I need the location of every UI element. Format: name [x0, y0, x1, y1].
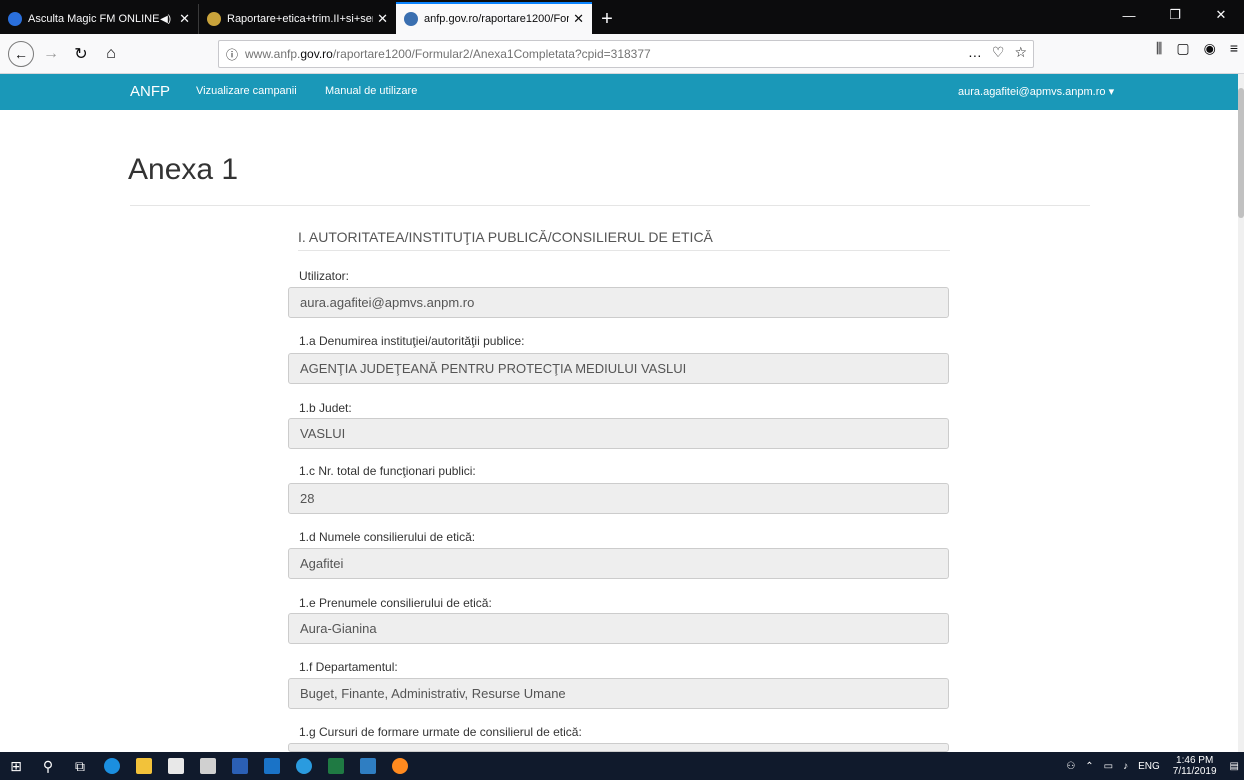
browser-tab-strip: Asculta Magic FM ONLINE ◀) ✕ Raportare+e… — [0, 0, 1244, 34]
magic-fm-favicon-icon — [8, 12, 22, 26]
info-icon[interactable]: ⓘ — [219, 46, 245, 63]
tab-close-icon[interactable]: ✕ — [573, 11, 584, 27]
tab-raportare[interactable]: Raportare+etica+trim.II+si+sem ✕ — [198, 4, 396, 34]
close-window-icon[interactable]: ✕ — [1198, 0, 1244, 30]
tab-anfp-active[interactable]: anfp.gov.ro/raportare1200/Forr ✕ — [396, 2, 592, 34]
mail-icon[interactable] — [192, 752, 224, 780]
speaker-icon[interactable]: ◀) — [160, 14, 171, 25]
file-explorer-icon[interactable] — [128, 752, 160, 780]
network-icon[interactable]: ▭ — [1104, 761, 1113, 772]
anfp-favicon-icon — [207, 12, 221, 26]
field-label-prenume: 1.e Prenumele consilierului de etică: — [299, 596, 492, 610]
url-path: /raportare1200/Formular2/Anexa1Completat… — [332, 47, 651, 61]
cursuri-field[interactable] — [288, 743, 949, 752]
outlook-icon[interactable] — [256, 752, 288, 780]
clock-time: 1:46 PM — [1176, 755, 1214, 766]
field-label-cursuri: 1.g Cursuri de formare urmate de consili… — [299, 725, 582, 739]
ie-icon[interactable] — [288, 752, 320, 780]
language-indicator[interactable]: ENG — [1138, 761, 1160, 772]
nav-link-vizualizare-campanii[interactable]: Vizualizare campanii — [196, 85, 297, 97]
menu-icon[interactable]: ≡ — [1230, 40, 1238, 57]
back-icon[interactable]: ← — [8, 40, 34, 67]
clock-date: 7/11/2019 — [1172, 766, 1217, 777]
notifications-icon[interactable]: ▤ — [1230, 761, 1239, 772]
new-tab-button[interactable]: + — [592, 4, 622, 34]
people-icon[interactable]: ⚇ — [1066, 761, 1075, 772]
denumire-field[interactable]: AGENŢIA JUDEŢEANĂ PENTRU PROTECŢIA MEDIU… — [288, 353, 949, 384]
chevron-up-icon[interactable]: ⌃ — [1085, 761, 1093, 772]
site-header: ANFP Vizualizare campanii Manual de util… — [0, 74, 1244, 110]
task-view-icon[interactable]: ⧉ — [64, 752, 96, 780]
windows-taskbar: ⊞ ⚲ ⧉ ⚇ ⌃ ▭ ♪ ENG 1:46 PM 7/11/2019 ▤ — [0, 752, 1244, 780]
tab-title: anfp.gov.ro/raportare1200/Forr — [424, 13, 570, 25]
library-icon[interactable]: ⫼ — [1156, 40, 1162, 57]
field-label-nr-functionari: 1.c Nr. total de funcţionari publici: — [299, 464, 476, 478]
field-label-nume: 1.d Numele consilierului de etică: — [299, 530, 476, 544]
store-icon[interactable] — [160, 752, 192, 780]
search-icon[interactable]: ⚲ — [32, 752, 64, 780]
system-tray: ⚇ ⌃ ▭ ♪ ENG 1:46 PM 7/11/2019 ▤ — [1061, 752, 1244, 780]
excel-icon[interactable] — [320, 752, 352, 780]
windows-start-icon[interactable]: ⊞ — [0, 752, 32, 780]
account-icon[interactable]: ◉ — [1204, 40, 1216, 57]
scrollbar-thumb[interactable] — [1238, 88, 1244, 218]
home-icon[interactable]: ⌂ — [98, 41, 124, 67]
url-domain: gov.ro — [300, 47, 333, 61]
word-icon[interactable] — [224, 752, 256, 780]
page-actions-icon[interactable]: … — [968, 44, 982, 61]
tab-close-icon[interactable]: ✕ — [179, 11, 190, 27]
forward-icon[interactable]: → — [38, 41, 64, 67]
brand-link[interactable]: ANFP — [130, 83, 170, 100]
reload-icon[interactable]: ↻ — [68, 41, 94, 67]
departament-field[interactable]: Buget, Finante, Administrativ, Resurse U… — [288, 678, 949, 709]
minimize-icon[interactable]: — — [1106, 0, 1152, 30]
firefox-icon[interactable] — [384, 752, 416, 780]
tab-title: Raportare+etica+trim.II+si+sem — [227, 13, 374, 25]
tab-magic-fm[interactable]: Asculta Magic FM ONLINE ◀) ✕ — [0, 4, 198, 34]
field-label-departament: 1.f Departamentul: — [299, 660, 398, 674]
anfp-favicon-icon — [404, 12, 418, 26]
restore-icon[interactable]: ❐ — [1152, 0, 1198, 30]
browser-toolbar: ⫼ ▢ ◉ ≡ — [1156, 40, 1238, 57]
browser-navbar: ← → ↻ ⌂ ⓘ www.anfp. gov.ro/raportare1200/… — [0, 34, 1244, 74]
clock[interactable]: 1:46 PM 7/11/2019 — [1173, 755, 1217, 777]
title-divider — [130, 205, 1090, 206]
window-controls: — ❐ ✕ — [1106, 0, 1244, 30]
utilizator-field[interactable]: aura.agafitei@apmvs.anpm.ro — [288, 287, 949, 318]
nr-functionari-field[interactable]: 28 — [288, 483, 949, 514]
user-dropdown[interactable]: aura.agafitei@apmvs.anpm.ro ▾ — [958, 85, 1114, 98]
sidebar-icon[interactable]: ▢ — [1176, 40, 1189, 57]
judet-field[interactable]: VASLUI — [288, 418, 949, 449]
page-scrollbar[interactable] — [1238, 74, 1244, 752]
bookmark-star-icon[interactable]: ☆ — [1014, 44, 1027, 61]
tab-title: Asculta Magic FM ONLINE — [28, 13, 160, 25]
section-heading: I. AUTORITATEA/INSTITUŢIA PUBLICĂ/CONSIL… — [298, 229, 950, 251]
volume-icon[interactable]: ♪ — [1123, 761, 1128, 772]
pocket-icon[interactable]: ♡ — [992, 44, 1005, 61]
nav-link-manual-utilizare[interactable]: Manual de utilizare — [325, 85, 417, 97]
prenume-field[interactable]: Aura-Gianina — [288, 613, 949, 644]
url-bar[interactable]: ⓘ www.anfp. gov.ro/raportare1200/Formular… — [218, 40, 1034, 68]
field-label-judet: 1.b Judet: — [299, 401, 352, 415]
field-label-utilizator: Utilizator: — [299, 269, 350, 283]
lync-icon[interactable] — [352, 752, 384, 780]
edge-icon[interactable] — [96, 752, 128, 780]
nume-field[interactable]: Agafitei — [288, 548, 949, 579]
url-prefix: www.anfp. — [245, 47, 301, 61]
field-label-denumire: 1.a Denumirea instituţiei/autorităţii pu… — [299, 334, 525, 348]
page-title: Anexa 1 — [128, 153, 239, 186]
tab-close-icon[interactable]: ✕ — [377, 11, 388, 27]
